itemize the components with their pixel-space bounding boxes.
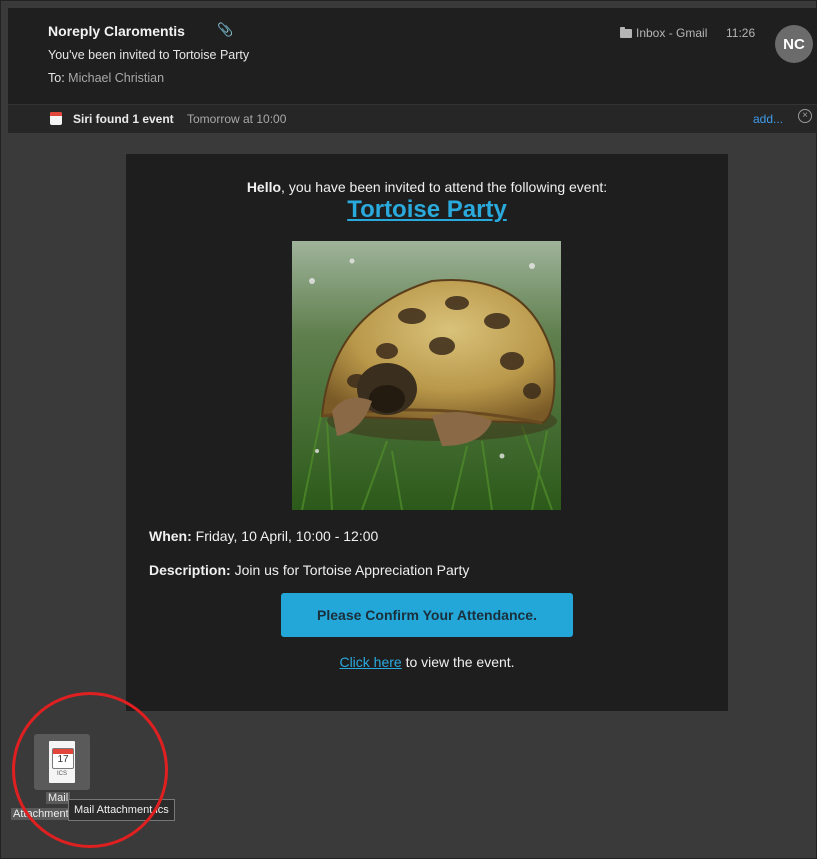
- intro-text: , you have been invited to attend the fo…: [281, 179, 608, 195]
- description-label: Description:: [149, 562, 231, 578]
- file-extension: ICS: [56, 771, 67, 777]
- tortoise-illustration: [292, 241, 561, 510]
- when-value: Friday, 10 April, 10:00 - 12:00: [191, 528, 379, 544]
- to-label: To:: [48, 71, 65, 85]
- view-event-text: to view the event.: [401, 654, 515, 670]
- mailbox-folder[interactable]: Inbox - Gmail: [620, 26, 707, 40]
- tortoise-image: [292, 241, 561, 510]
- siri-event-time: Tomorrow at 10:00: [187, 112, 287, 126]
- email-body-card: Hello, you have been invited to attend t…: [126, 154, 728, 711]
- description-value: Join us for Tortoise Appreciation Party: [230, 562, 470, 578]
- siri-add-button[interactable]: add...: [753, 112, 783, 126]
- event-description: Description: Join us for Tortoise Apprec…: [149, 562, 469, 578]
- attachment-label-line1[interactable]: Mail: [46, 792, 71, 804]
- paperclip-icon: 📎: [217, 22, 234, 37]
- event-title-link[interactable]: Tortoise Party: [126, 196, 728, 224]
- recipient-line: To: Michael Christian: [48, 71, 164, 85]
- folder-name: Inbox - Gmail: [636, 26, 708, 40]
- calendar-icon: 17: [52, 748, 74, 769]
- sender-avatar: NC: [775, 25, 813, 63]
- hello-text: Hello: [246, 179, 282, 195]
- when-label: When:: [149, 528, 192, 544]
- ics-file-icon: 17 ICS: [49, 741, 75, 783]
- sender-name[interactable]: Noreply Claromentis: [48, 23, 185, 39]
- confirm-attendance-button[interactable]: Please Confirm Your Attendance.: [281, 593, 573, 637]
- view-event-line: Click here to view the event.: [126, 654, 728, 670]
- invite-intro: Hello, you have been invited to attend t…: [126, 179, 728, 195]
- attachment-icon[interactable]: 17 ICS: [34, 734, 90, 790]
- message-header: Noreply Claromentis 📎 You've been invite…: [8, 8, 817, 104]
- event-when: When: Friday, 10 April, 10:00 - 12:00: [149, 528, 378, 544]
- calendar-day: 17: [57, 754, 69, 765]
- siri-suggestion-bar: Siri found 1 event Tomorrow at 10:00 add…: [8, 104, 817, 133]
- recipient-name[interactable]: Michael Christian: [68, 71, 164, 85]
- close-icon[interactable]: ×: [798, 109, 812, 123]
- calendar-icon: [50, 112, 62, 125]
- click-here-link[interactable]: Click here: [339, 654, 401, 670]
- siri-found-label: Siri found 1 event: [73, 112, 174, 126]
- attachment-tooltip: Mail Attachment.ics: [68, 799, 175, 821]
- folder-icon: [620, 26, 632, 38]
- message-time: 11:26: [726, 26, 756, 40]
- message-subject: You've been invited to Tortoise Party: [48, 48, 250, 62]
